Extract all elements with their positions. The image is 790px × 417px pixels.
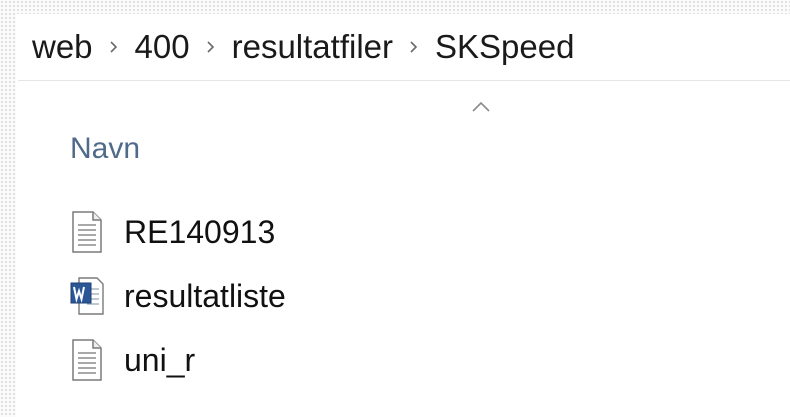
list-item[interactable]: uni_r [18, 328, 790, 392]
word-document-icon [70, 275, 104, 317]
sort-ascending-icon [470, 100, 492, 114]
text-file-icon [70, 211, 104, 253]
chevron-right-icon[interactable] [194, 40, 228, 54]
breadcrumb-item-400[interactable]: 400 [131, 28, 194, 66]
file-name: resultatliste [124, 277, 286, 314]
breadcrumb-item-resultatfiler[interactable]: resultatfiler [228, 28, 397, 66]
breadcrumb-item-skspeed[interactable]: SKSpeed [431, 28, 578, 66]
chevron-right-icon[interactable] [97, 40, 131, 54]
top-margin [0, 0, 790, 14]
left-margin [0, 0, 16, 417]
file-list: RE140913 resultatliste uni_r [18, 200, 790, 392]
file-name: RE140913 [124, 213, 276, 250]
file-name: uni_r [124, 341, 196, 378]
column-header-label: Navn [70, 132, 141, 165]
breadcrumb: web 400 resultatfiler SKSpeed [18, 14, 790, 81]
list-item[interactable]: resultatliste [18, 264, 790, 328]
list-item[interactable]: RE140913 [18, 200, 790, 264]
chevron-right-icon[interactable] [397, 40, 431, 54]
column-header-name[interactable]: Navn [18, 80, 790, 188]
breadcrumb-item-web[interactable]: web [18, 28, 97, 66]
text-file-icon [70, 339, 104, 381]
file-explorer-window: web 400 resultatfiler SKSpeed Navn RE140… [0, 0, 790, 417]
